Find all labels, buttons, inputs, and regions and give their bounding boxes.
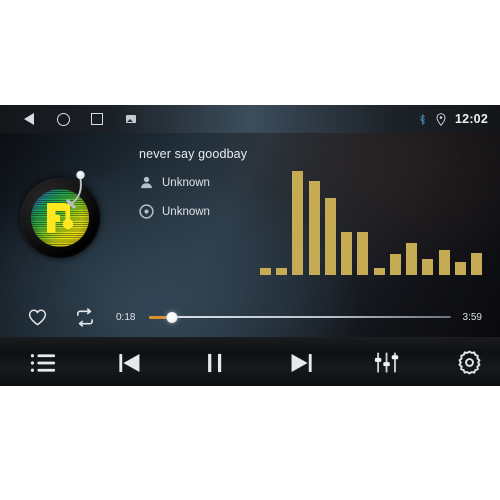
equalizer-sliders-icon [374, 352, 398, 373]
transport-bar [0, 337, 500, 386]
artist-row: Unknown [139, 175, 247, 190]
settings-button[interactable] [428, 338, 500, 386]
spectrum-bar [406, 242, 418, 275]
status-indicators: 12:02 [418, 112, 500, 126]
track-info: never say goodbay Unknown Unknown [139, 147, 247, 219]
person-icon [141, 176, 152, 189]
spectrum-bar [276, 268, 288, 275]
spectrum-bar [341, 232, 353, 275]
gear-icon [458, 350, 480, 375]
navigation-bar [0, 105, 148, 133]
equalizer-button[interactable] [344, 338, 428, 386]
spectrum-bar [357, 232, 369, 275]
spectrum-bar [373, 268, 385, 275]
disc-icon [139, 204, 154, 219]
play-pause-button[interactable] [172, 338, 258, 386]
home-circle-icon [56, 112, 70, 126]
album-art[interactable] [17, 168, 105, 258]
home-button[interactable] [46, 105, 80, 133]
previous-button[interactable] [86, 338, 172, 386]
spectrum-bar [438, 250, 450, 275]
spectrum-bar [260, 268, 271, 275]
spectrum-bar [471, 252, 482, 275]
turntable-tonearm-icon [66, 170, 85, 209]
repeat-button[interactable] [70, 302, 100, 332]
album-name: Unknown [162, 205, 210, 218]
spectrum-bar [308, 180, 320, 275]
track-title: never say goodbay [139, 147, 248, 161]
skip-previous-icon [118, 353, 139, 372]
seek-track[interactable] [149, 316, 451, 318]
artist-name: Unknown [162, 176, 210, 189]
skip-next-icon [291, 353, 312, 372]
next-button[interactable] [258, 338, 344, 386]
seek-bar[interactable] [149, 309, 451, 325]
spectrum-bar [292, 170, 304, 275]
list-icon [30, 353, 56, 372]
recents-square-icon [91, 113, 103, 125]
heart-icon [28, 309, 46, 325]
screenshot-icon [126, 115, 136, 123]
seek-thumb[interactable] [166, 311, 178, 323]
back-button[interactable] [12, 105, 46, 133]
music-player-window: 12:02 never say goodbay Unknown Unknown … [0, 105, 500, 386]
repeat-icon [77, 307, 93, 327]
spectrum-bar [422, 259, 434, 275]
recents-button[interactable] [80, 105, 114, 133]
favorite-button[interactable] [22, 302, 52, 332]
pause-icon [207, 353, 221, 372]
spectrum-bar [389, 253, 401, 275]
screenshot-canvas: 12:02 never say goodbay Unknown Unknown … [0, 0, 500, 500]
playlist-button[interactable] [0, 338, 86, 386]
back-triangle-icon [24, 113, 34, 125]
album-row: Unknown [139, 204, 247, 219]
spectrum-bar [324, 197, 336, 275]
spectrum-bar [454, 261, 466, 275]
progress-row: 0:18 3:59 [0, 299, 500, 335]
android-status-bar: 12:02 [0, 105, 500, 133]
screenshot-button[interactable] [114, 105, 148, 133]
spectrum-visualizer [260, 163, 482, 275]
bluetooth-icon [420, 113, 425, 125]
current-time-label: 0:18 [116, 311, 136, 323]
total-time-label: 3:59 [462, 311, 482, 323]
location-pin-icon [436, 112, 446, 126]
status-clock: 12:02 [455, 112, 488, 126]
